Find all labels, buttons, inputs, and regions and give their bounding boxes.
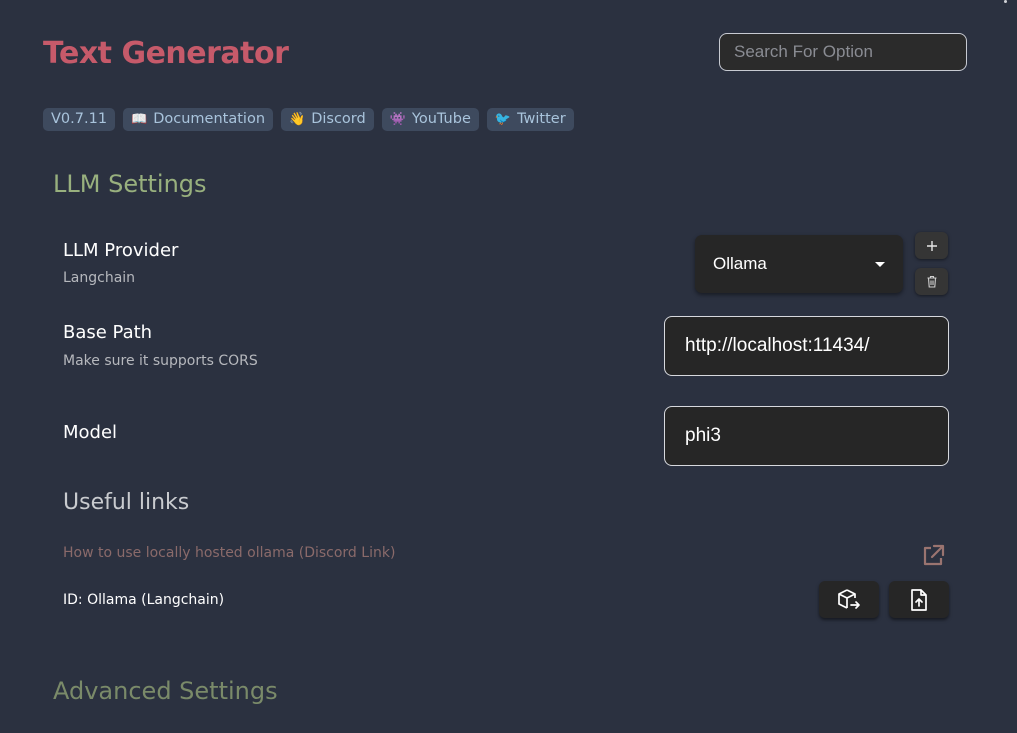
youtube-label: YouTube — [411, 111, 471, 127]
model-input[interactable] — [664, 406, 949, 466]
discord-badge[interactable]: 👋 Discord — [281, 108, 374, 131]
page-title: Text Generator — [43, 36, 289, 71]
chevron-down-icon — [875, 261, 885, 267]
window-corner-dot — [1004, 0, 1007, 3]
advanced-settings-heading[interactable]: Advanced Settings — [53, 677, 278, 705]
trash-icon — [927, 275, 936, 288]
search-input[interactable] — [719, 33, 967, 71]
file-upload-icon — [911, 588, 927, 611]
badge-bar: V0.7.11 📖 Documentation 👋 Discord 👾 YouTube… — [43, 108, 574, 131]
base-path-label: Base Path — [63, 322, 153, 343]
settings-page: Text Generator V0.7.11 📖 Documentation 👋 D… — [0, 0, 1017, 733]
bird-icon: 🐦 — [494, 112, 512, 127]
useful-links-heading: Useful links — [63, 490, 190, 515]
llm-settings-heading: LLM Settings — [53, 170, 207, 198]
delete-provider-button[interactable] — [915, 268, 948, 295]
documentation-label: Documentation — [153, 111, 266, 127]
add-provider-button[interactable] — [915, 232, 948, 259]
upload-file-button[interactable] — [889, 581, 949, 618]
base-path-input[interactable] — [664, 316, 949, 376]
plus-icon — [926, 240, 937, 251]
provider-id-text: ID: Ollama (Langchain) — [63, 592, 225, 608]
llm-provider-select[interactable]: Ollama — [695, 235, 903, 293]
llm-provider-selected-value: Ollama — [713, 254, 767, 273]
alien-monster-icon: 👾 — [389, 112, 406, 127]
twitter-badge[interactable]: 🐦 Twitter — [486, 108, 574, 131]
documentation-badge[interactable]: 📖 Documentation — [123, 108, 274, 131]
twitter-label: Twitter — [517, 111, 566, 127]
open-link-button[interactable] — [920, 543, 946, 573]
version-badge[interactable]: V0.7.11 — [43, 108, 116, 131]
waving-hand-icon: 👋 — [289, 112, 306, 127]
export-package-button[interactable] — [819, 581, 879, 618]
ollama-guide-link[interactable]: How to use locally hosted ollama (Discor… — [63, 545, 395, 561]
llm-provider-label: LLM Provider — [63, 240, 179, 261]
model-label: Model — [63, 422, 118, 443]
package-export-icon — [838, 588, 860, 609]
youtube-badge[interactable]: 👾 YouTube — [381, 108, 479, 131]
llm-provider-description: Langchain — [63, 270, 136, 286]
external-link-icon — [923, 544, 945, 566]
book-icon: 📖 — [131, 112, 148, 127]
discord-label: Discord — [311, 111, 366, 127]
base-path-description: Make sure it supports CORS — [63, 353, 258, 369]
version-label: V0.7.11 — [51, 111, 108, 127]
